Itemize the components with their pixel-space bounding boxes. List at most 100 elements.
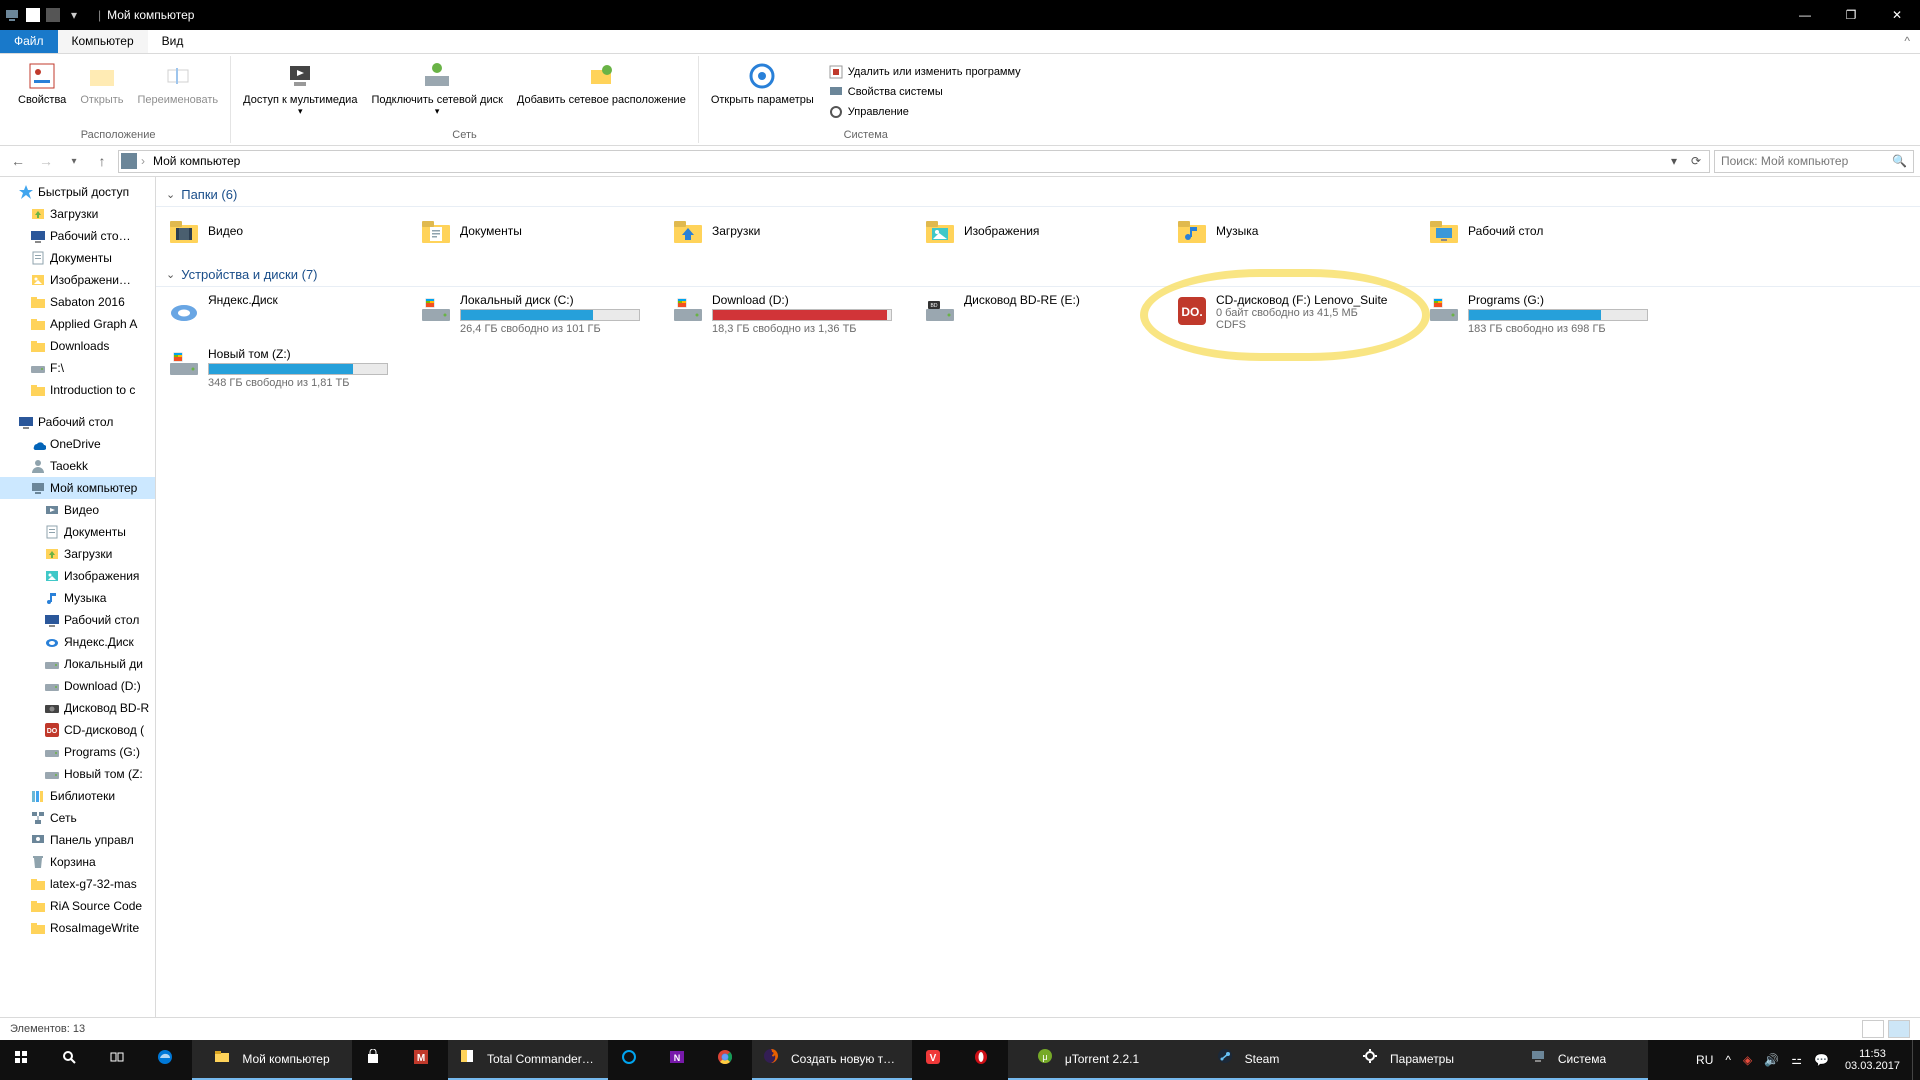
nav-item[interactable]: Загрузки: [0, 543, 155, 565]
taskbar-item[interactable]: Параметры: [1328, 1040, 1488, 1080]
close-button[interactable]: ✕: [1874, 0, 1920, 30]
folder-item[interactable]: Видео: [162, 211, 414, 251]
taskbar-item[interactable]: [960, 1040, 1008, 1080]
nav-item[interactable]: Мой компьютер: [0, 477, 155, 499]
properties-button[interactable]: Свойства: [12, 56, 72, 127]
qat-undo-icon[interactable]: [46, 8, 60, 22]
drive-item[interactable]: Локальный диск (C:)26,4 ГБ свободно из 1…: [414, 291, 666, 337]
drive-item[interactable]: Download (D:)18,3 ГБ свободно из 1,36 ТБ: [666, 291, 918, 337]
nav-item[interactable]: Документы: [0, 247, 155, 269]
nav-item[interactable]: Музыка: [0, 587, 155, 609]
refresh-icon[interactable]: ⟳: [1685, 154, 1707, 168]
devices-section-header[interactable]: ⌄Устройства и диски (7): [156, 263, 1920, 287]
taskbar-item[interactable]: [48, 1040, 96, 1080]
taskbar-item[interactable]: [352, 1040, 400, 1080]
nav-item[interactable]: Новый том (Z:: [0, 763, 155, 785]
tab-file[interactable]: Файл: [0, 30, 58, 53]
taskbar-item[interactable]: [0, 1040, 48, 1080]
nav-item[interactable]: F:\: [0, 357, 155, 379]
folder-item[interactable]: Документы: [414, 211, 666, 251]
address-bar[interactable]: › Мой компьютер ▾⟳: [118, 150, 1710, 173]
search-input[interactable]: Поиск: Мой компьютер🔍: [1714, 150, 1914, 173]
nav-item[interactable]: Панель управл: [0, 829, 155, 851]
drive-item[interactable]: BDДисковод BD-RE (E:): [918, 291, 1170, 337]
tray-avira-icon[interactable]: ◈: [1739, 1040, 1756, 1080]
tray-action-icon[interactable]: 💬: [1810, 1040, 1833, 1080]
nav-item[interactable]: RiA Source Code: [0, 895, 155, 917]
nav-item[interactable]: Яндекс.Диск: [0, 631, 155, 653]
show-desktop-button[interactable]: [1912, 1040, 1918, 1080]
nav-item[interactable]: Download (D:): [0, 675, 155, 697]
nav-item[interactable]: Programs (G:): [0, 741, 155, 763]
folders-section-header[interactable]: ⌄Папки (6): [156, 183, 1920, 207]
nav-item[interactable]: latex-g7-32-mas: [0, 873, 155, 895]
taskbar-item[interactable]: [144, 1040, 192, 1080]
taskbar-item[interactable]: N: [656, 1040, 704, 1080]
tray-clock[interactable]: 11:5303.03.2017: [1837, 1048, 1908, 1072]
taskbar-item[interactable]: Steam: [1168, 1040, 1328, 1080]
nav-item[interactable]: Рабочий сто…: [0, 225, 155, 247]
up-button[interactable]: ↑: [90, 149, 114, 173]
drive-item[interactable]: Новый том (Z:)348 ГБ свободно из 1,81 ТБ: [162, 345, 414, 391]
taskbar-item[interactable]: Мой компьютер: [192, 1040, 352, 1080]
maximize-button[interactable]: ❐: [1828, 0, 1874, 30]
nav-item[interactable]: Sabaton 2016: [0, 291, 155, 313]
manage-button[interactable]: Управление: [822, 102, 1027, 122]
drive-item[interactable]: Programs (G:)183 ГБ свободно из 698 ГБ: [1422, 291, 1674, 337]
folder-item[interactable]: Изображения: [918, 211, 1170, 251]
tray-volume-icon[interactable]: 🔊: [1760, 1040, 1783, 1080]
map-drive-button[interactable]: Подключить сетевой диск▾: [365, 56, 508, 127]
nav-tree[interactable]: Быстрый доступЗагрузкиРабочий сто…Докуме…: [0, 177, 156, 1017]
taskbar-item[interactable]: [96, 1040, 144, 1080]
addr-dropdown-icon[interactable]: ▾: [1663, 154, 1685, 168]
tray-network-icon[interactable]: ⚍: [1787, 1040, 1806, 1080]
nav-item[interactable]: Видео: [0, 499, 155, 521]
nav-item[interactable]: Рабочий стол: [0, 411, 155, 433]
taskbar-item[interactable]: Total Commander (…: [448, 1040, 608, 1080]
nav-item[interactable]: Downloads: [0, 335, 155, 357]
nav-item[interactable]: Библиотеки: [0, 785, 155, 807]
forward-button[interactable]: →: [34, 149, 58, 173]
content-pane[interactable]: ⌄Папки (6) ВидеоДокументыЗагрузкиИзображ…: [156, 177, 1920, 1017]
nav-item[interactable]: Корзина: [0, 851, 155, 873]
nav-item[interactable]: Introduction to c: [0, 379, 155, 401]
nav-item[interactable]: Сеть: [0, 807, 155, 829]
nav-item[interactable]: Загрузки: [0, 203, 155, 225]
qat-prop-icon[interactable]: [26, 8, 40, 22]
folder-item[interactable]: Загрузки: [666, 211, 918, 251]
view-details-button[interactable]: [1862, 1020, 1884, 1038]
tray-expand-icon[interactable]: ^: [1721, 1040, 1735, 1080]
nav-item[interactable]: OneDrive: [0, 433, 155, 455]
taskbar-item[interactable]: μμTorrent 2.2.1: [1008, 1040, 1168, 1080]
add-netloc-button[interactable]: Добавить сетевое расположение: [511, 56, 692, 127]
nav-item[interactable]: Локальный ди: [0, 653, 155, 675]
back-button[interactable]: ←: [6, 149, 30, 173]
folder-item[interactable]: Музыка: [1170, 211, 1422, 251]
nav-item[interactable]: Документы: [0, 521, 155, 543]
ribbon-collapse-icon[interactable]: ^: [1894, 30, 1920, 53]
nav-item[interactable]: Изображения: [0, 565, 155, 587]
tab-view[interactable]: Вид: [148, 30, 198, 53]
nav-item[interactable]: RosaImageWrite: [0, 917, 155, 939]
qat-dropdown-icon[interactable]: ▾: [66, 7, 82, 23]
breadcrumb[interactable]: Мой компьютер: [149, 154, 244, 168]
taskbar-item[interactable]: M: [400, 1040, 448, 1080]
nav-item[interactable]: Рабочий стол: [0, 609, 155, 631]
taskbar-item[interactable]: V: [912, 1040, 960, 1080]
nav-item[interactable]: Taoekk: [0, 455, 155, 477]
drive-item[interactable]: Яндекс.Диск: [162, 291, 414, 337]
drive-item[interactable]: DO.CD-дисковод (F:) Lenovo_Suite0 байт с…: [1170, 291, 1422, 337]
taskbar-item[interactable]: [704, 1040, 752, 1080]
taskbar-item[interactable]: Создать новую те…: [752, 1040, 912, 1080]
open-settings-button[interactable]: Открыть параметры: [705, 56, 820, 127]
nav-item[interactable]: Изображени…: [0, 269, 155, 291]
nav-item[interactable]: Дисковод BD-R: [0, 697, 155, 719]
taskbar-item[interactable]: [608, 1040, 656, 1080]
media-access-button[interactable]: Доступ к мультимедиа▾: [237, 56, 363, 127]
nav-item[interactable]: DOCD-дисковод (: [0, 719, 155, 741]
taskbar-item[interactable]: Система: [1488, 1040, 1648, 1080]
nav-item[interactable]: Applied Graph A: [0, 313, 155, 335]
tab-computer[interactable]: Компьютер: [58, 30, 148, 53]
minimize-button[interactable]: —: [1782, 0, 1828, 30]
view-large-button[interactable]: [1888, 1020, 1910, 1038]
